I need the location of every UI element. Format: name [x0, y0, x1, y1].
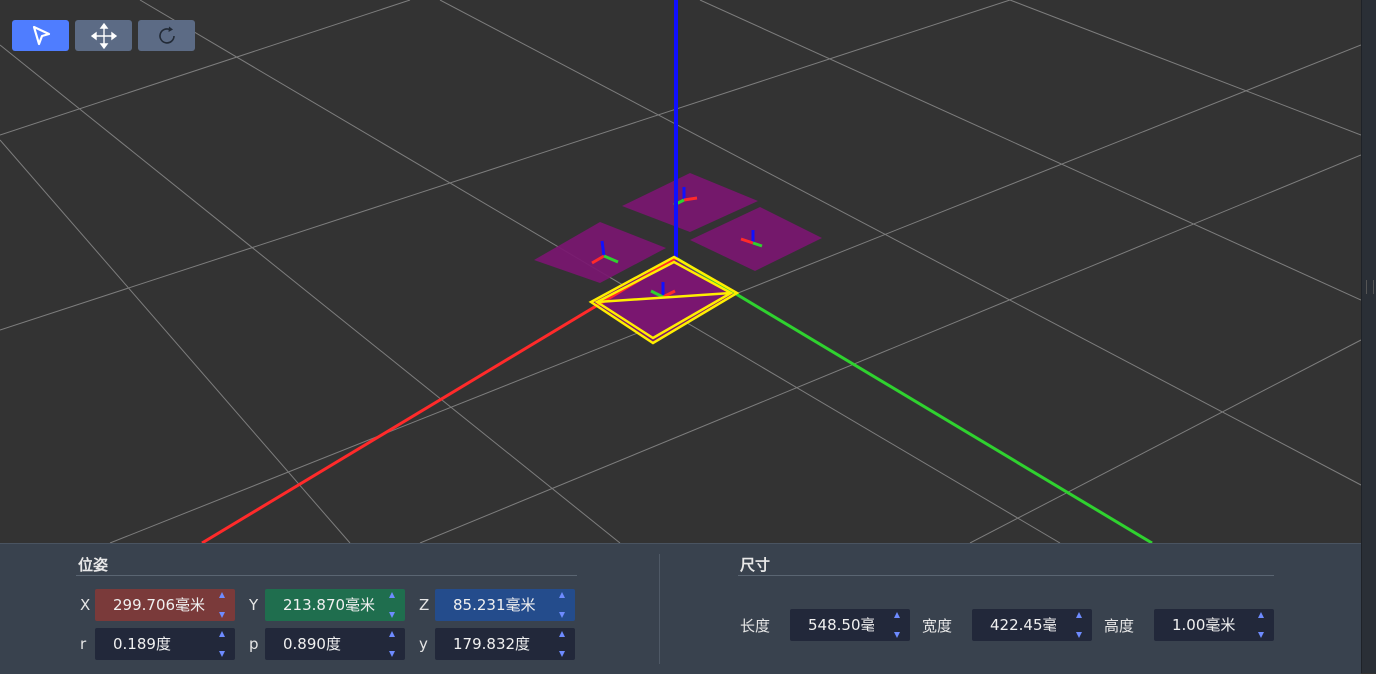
size-section-title: 尺寸 [740, 556, 771, 574]
width-label: 宽度 [922, 617, 953, 635]
p-increment-icon[interactable] [389, 631, 395, 637]
yaw-label: y [419, 635, 428, 653]
p-label: p [249, 635, 259, 653]
length-decrement-icon[interactable] [894, 632, 900, 638]
width-spinbox[interactable]: 422.45毫米 [972, 609, 1092, 641]
y-label: Y [249, 596, 259, 614]
3d-viewport[interactable] [0, 0, 1361, 543]
x-value: 299.706毫米 [113, 596, 206, 614]
height-increment-icon[interactable] [1258, 612, 1264, 618]
p-spinbox[interactable]: 0.890度 [265, 628, 405, 660]
width-value: 422.45毫米 [990, 616, 1056, 634]
z-spinbox[interactable]: 85.231毫米 [435, 589, 575, 621]
z-label: Z [419, 596, 430, 614]
p-value: 0.890度 [283, 635, 341, 653]
r-label: r [80, 635, 87, 653]
x-spinbox[interactable]: 299.706毫米 [95, 589, 235, 621]
width-decrement-icon[interactable] [1076, 632, 1082, 638]
transform-toolbar [12, 20, 195, 51]
select-tool-button[interactable] [12, 20, 69, 51]
y-decrement-icon[interactable] [389, 612, 395, 618]
yaw-spinbox[interactable]: 179.832度 [435, 628, 575, 660]
yaw-decrement-icon[interactable] [559, 651, 565, 657]
properties-panel: 位姿 X 299.706毫米 Y 213.870毫米 Z 85.231毫米 r … [0, 543, 1361, 674]
r-increment-icon[interactable] [219, 631, 225, 637]
length-value: 548.50毫米 [808, 616, 874, 634]
z-value: 85.231毫米 [453, 596, 536, 614]
y-increment-icon[interactable] [389, 592, 395, 598]
length-spinbox[interactable]: 548.50毫米 [790, 609, 910, 641]
pose-section-rule [76, 575, 577, 576]
r-spinbox[interactable]: 0.189度 [95, 628, 235, 660]
p-decrement-icon[interactable] [389, 651, 395, 657]
y-spinbox[interactable]: 213.870毫米 [265, 589, 405, 621]
scene-canvas[interactable] [0, 0, 1361, 543]
height-label: 高度 [1104, 617, 1135, 635]
yaw-value: 179.832度 [453, 635, 531, 653]
yaw-increment-icon[interactable] [559, 631, 565, 637]
height-decrement-icon[interactable] [1258, 632, 1264, 638]
z-decrement-icon[interactable] [559, 612, 565, 618]
length-increment-icon[interactable] [894, 612, 900, 618]
x-decrement-icon[interactable] [219, 612, 225, 618]
move-tool-button[interactable] [75, 20, 132, 51]
height-spinbox[interactable]: 1.00毫米 [1154, 609, 1274, 641]
length-label: 长度 [740, 617, 771, 635]
r-decrement-icon[interactable] [219, 651, 225, 657]
x-increment-icon[interactable] [219, 592, 225, 598]
panel-splitter[interactable] [1361, 0, 1376, 673]
rotate-tool-button[interactable] [138, 20, 195, 51]
move-arrows-icon [90, 22, 117, 49]
rotate-icon [158, 26, 175, 44]
size-section-rule [738, 575, 1274, 576]
pose-section-title: 位姿 [78, 556, 109, 574]
cursor-arrow-icon [32, 25, 50, 45]
y-value: 213.870毫米 [283, 596, 376, 614]
section-divider [659, 554, 660, 664]
width-increment-icon[interactable] [1076, 612, 1082, 618]
r-value: 0.189度 [113, 635, 171, 653]
height-value: 1.00毫米 [1172, 616, 1236, 634]
x-label: X [80, 596, 91, 614]
splitter-grip-icon [1366, 280, 1374, 294]
z-increment-icon[interactable] [559, 592, 565, 598]
